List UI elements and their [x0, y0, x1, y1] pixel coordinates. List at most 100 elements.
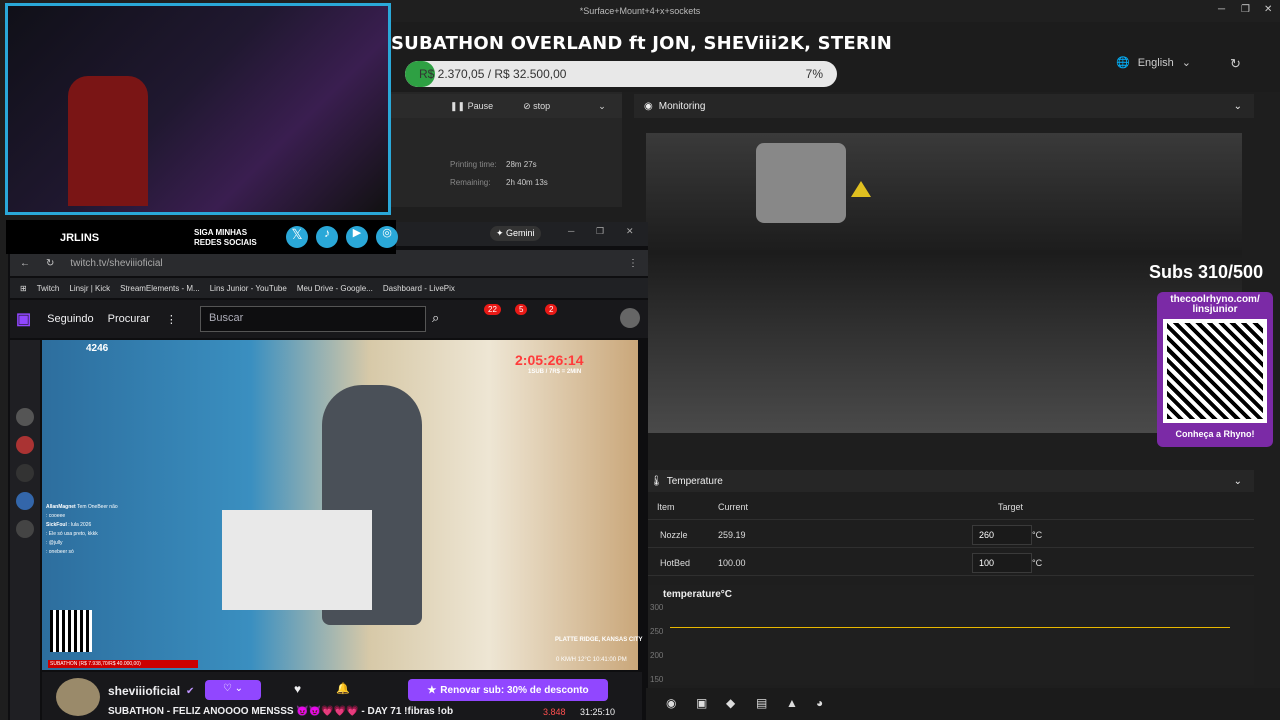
bell-icon[interactable]: 🔔: [336, 682, 350, 695]
minimize-icon[interactable]: ─: [568, 226, 574, 236]
uptime: 31:25:10: [580, 707, 616, 717]
chat-user: AllanMagnet: [46, 504, 76, 510]
twitch-logo-icon[interactable]: ▣: [16, 309, 31, 329]
subs-counter: Subs 310/500: [1149, 262, 1264, 282]
avatar[interactable]: [16, 436, 34, 454]
camera-feed: [646, 133, 1242, 433]
streamer-name[interactable]: sheviiioficial: [108, 684, 180, 698]
stop-button[interactable]: ⊘ stop: [523, 101, 550, 112]
avatar[interactable]: [16, 520, 34, 538]
bookmark[interactable]: Linsjr | Kick: [69, 284, 110, 293]
taskbar: ◉ ▣ ◆ ▤ ▲ ◕: [646, 688, 1280, 720]
back-icon[interactable]: ←: [20, 258, 30, 269]
discord-icon[interactable]: ◕: [816, 696, 823, 710]
gemini-button[interactable]: ✦ Gemini: [490, 226, 541, 241]
nav-browse[interactable]: Procurar: [108, 313, 150, 325]
globe-icon: 🌐: [1116, 57, 1130, 69]
avatar[interactable]: [16, 464, 34, 482]
refresh-icon[interactable]: ↻: [1230, 56, 1241, 72]
maximize-icon[interactable]: ❐: [596, 226, 604, 237]
verified-icon: ✔: [186, 686, 195, 697]
youtube-icon: ▶: [346, 226, 368, 248]
bookmarks-bar: ⊞ Twitch Linsjr | Kick StreamElements - …: [10, 278, 648, 298]
bookmark[interactable]: Meu Drive - Google...: [297, 284, 373, 293]
chat-line: : @jully: [46, 540, 186, 546]
chat-line: : cooeee: [46, 513, 186, 519]
avatar[interactable]: [16, 492, 34, 510]
nozzle-target-input[interactable]: 260: [972, 525, 1032, 545]
app-icon[interactable]: ▲: [786, 696, 798, 710]
pause-button[interactable]: ❚❚ Pause: [450, 101, 493, 112]
social-banner: JRLINS SIGA MINHAS REDES SOCIAIS 𝕏 ♪ ▶ ◎: [6, 220, 398, 254]
close-icon[interactable]: ✕: [626, 226, 634, 237]
qr-caption: Conheça a Rhyno!: [1175, 429, 1255, 439]
gaming-chair: [68, 76, 148, 206]
monitoring-header[interactable]: ◉ Monitoring ⌄: [634, 94, 1254, 118]
renew-sub-button[interactable]: ★ Renovar sub: 30% de desconto: [408, 679, 608, 701]
qr-code: [50, 610, 92, 652]
thermometer-icon: 🌡: [650, 475, 663, 487]
search-input[interactable]: Buscar: [200, 306, 426, 332]
chat-line: : Ele só usa preto, kkkk: [46, 531, 186, 537]
bookmark[interactable]: Lins Junior - YouTube: [210, 284, 287, 293]
chevron-down-icon[interactable]: ⌄: [598, 101, 606, 112]
y-tick: 300: [650, 603, 664, 612]
avatar[interactable]: [56, 678, 100, 716]
row-current: 259.19: [718, 529, 746, 540]
search-icon[interactable]: ⌕: [432, 310, 439, 326]
hotbed-target-input[interactable]: 100: [972, 553, 1032, 573]
chat-message: : cooeee: [46, 513, 66, 519]
bookmark[interactable]: Twitch: [37, 284, 60, 293]
maximize-icon[interactable]: ❐: [1241, 4, 1250, 15]
chat-line: : onebeer só: [46, 549, 186, 555]
stream-title: SUBATHON - FELIZ ANOOOO MENSSS 😈😈💗💗💗 - D…: [108, 706, 454, 717]
goal-percent: 7%: [805, 67, 823, 81]
temperature-table-header: Item Current Target: [646, 494, 1254, 520]
avatar[interactable]: [620, 308, 640, 328]
temperature-header[interactable]: 🌡 Temperature ⌄: [646, 470, 1254, 492]
app-icon[interactable]: ◉: [666, 696, 676, 710]
heart-icon[interactable]: ♥: [294, 682, 301, 696]
language-label: English: [1137, 56, 1174, 69]
webcam-feed: [5, 3, 391, 215]
bookmark[interactable]: Dashboard - LivePix: [383, 284, 455, 293]
terminal-icon[interactable]: ▤: [756, 696, 767, 710]
pause-label: Pause: [467, 100, 494, 111]
close-icon[interactable]: ✕: [1264, 4, 1272, 15]
y-tick: 150: [650, 675, 664, 684]
stream-info-text: 0 KM/H 12°C 10:41:00 PM: [556, 657, 627, 663]
minimize-icon[interactable]: ─: [1218, 4, 1225, 15]
chat-message: : @jully: [46, 540, 63, 546]
bookmark[interactable]: StreamElements - M...: [120, 284, 200, 293]
menu-icon[interactable]: ⋮: [628, 258, 638, 269]
row-unit: °C: [1032, 557, 1043, 568]
chevron-down-icon: ⌄: [1233, 100, 1242, 112]
camera-icon: ◉: [644, 100, 653, 112]
chevron-down-icon: ⌄: [1181, 57, 1191, 69]
window-title: *Surface+Mount+4+x+sockets: [579, 6, 701, 16]
y-tick: 200: [650, 651, 664, 660]
app-icon[interactable]: ▣: [696, 696, 707, 710]
avatar[interactable]: [16, 408, 34, 426]
timer-subtext: 1SUB / 7R$ = 2MIN: [528, 369, 582, 375]
nav-following[interactable]: Seguindo: [47, 313, 94, 325]
row-item: HotBed: [660, 557, 691, 568]
remaining-label: Remaining:: [450, 178, 491, 187]
chat-line: SickFoul : lula 2026: [46, 522, 186, 528]
viewer-count: 4246: [86, 343, 109, 354]
instagram-icon: ◎: [376, 226, 398, 248]
follow-button[interactable]: ♡ ⌄: [205, 680, 261, 700]
chevron-down-icon: ⌄: [1233, 475, 1242, 487]
chat-message: : onebeer só: [46, 549, 74, 555]
app-icon[interactable]: ◆: [726, 696, 735, 710]
language-selector[interactable]: 🌐 English ⌄: [1116, 56, 1191, 70]
reload-icon[interactable]: ↻: [46, 258, 54, 269]
notification-badge[interactable]: 22: [484, 304, 501, 315]
goal-progress-bar: R$ 2.370,05 / R$ 32.500,00 7%: [405, 61, 837, 87]
y-tick: 250: [650, 627, 664, 636]
apps-icon[interactable]: ⊞: [20, 284, 27, 293]
bed: [222, 510, 372, 610]
url-text[interactable]: twitch.tv/sheviiioficial: [70, 258, 162, 269]
more-icon[interactable]: ⋮: [166, 313, 177, 326]
gemini-label: Gemini: [506, 228, 535, 238]
